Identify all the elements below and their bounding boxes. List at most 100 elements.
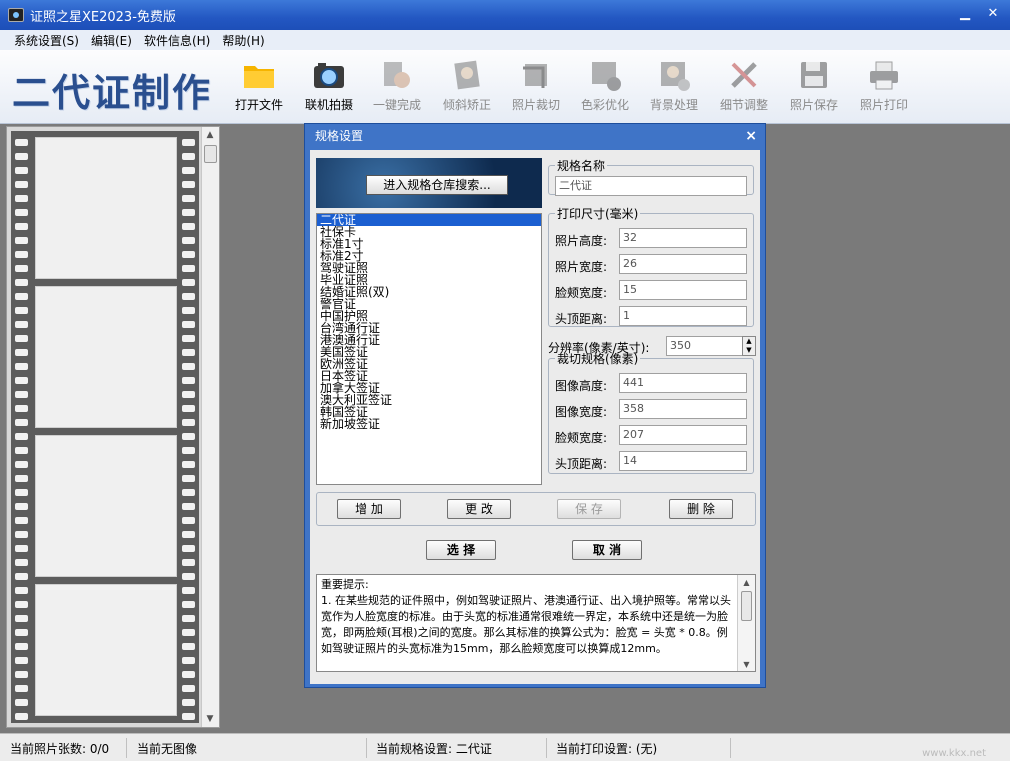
search-banner: 进入规格仓库搜索... [316, 158, 542, 208]
film-sprocket-hole [182, 643, 195, 650]
select-button[interactable]: 选 择 [426, 540, 496, 560]
notes-scroll-up-icon[interactable]: ▲ [738, 575, 755, 589]
image-width-px-input[interactable]: 358 [619, 399, 747, 419]
menu-edit[interactable]: 编辑(E) [85, 32, 138, 49]
head-top-mm-input[interactable]: 1 [619, 306, 747, 326]
print-photo-button[interactable]: 照片打印 [853, 58, 915, 113]
photo-slot-1[interactable] [35, 137, 177, 279]
window-title: 证照之星XE2023-免费版 [30, 9, 176, 25]
notes-text: 1. 在某些规范的证件照中，例如驾驶证照片、港澳通行证、出入境护照等。常常以头宽… [321, 594, 731, 655]
photo-width-label: 照片宽度: [555, 260, 608, 274]
spec-list-item[interactable]: 新加坡签证 [317, 418, 541, 430]
film-sprocket-hole [15, 643, 28, 650]
film-sprocket-hole [15, 433, 28, 440]
face-width-px-input[interactable]: 207 [619, 425, 747, 445]
film-sprocket-hole [15, 671, 28, 678]
film-sprocket-hole [182, 517, 195, 524]
dialog-titlebar: 规格设置 × [305, 124, 765, 148]
save-spec-button[interactable]: 保 存 [557, 499, 621, 519]
app-camera-icon [8, 8, 24, 22]
notes-scroll-down-icon[interactable]: ▼ [738, 657, 755, 671]
modify-button[interactable]: 更 改 [447, 499, 511, 519]
film-sprocket-hole [15, 293, 28, 300]
cancel-button[interactable]: 取 消 [572, 540, 642, 560]
photo-height-mm-input[interactable]: 32 [619, 228, 747, 248]
film-sprocket-hole [182, 153, 195, 160]
face-width-mm-input[interactable]: 15 [619, 280, 747, 300]
photo-slot-3[interactable] [35, 435, 177, 577]
scroll-down-arrow-icon[interactable]: ▼ [202, 711, 218, 727]
film-sprocket-hole [182, 195, 195, 202]
film-sprocket-hole [15, 237, 28, 244]
spec-list[interactable]: 二代证 社保卡 标准1寸 标准2寸 驾驶证照 毕业证照 结婚证照(双) 警官证 中国护照 台湾通行… [316, 213, 542, 485]
color-icon [588, 58, 622, 92]
dialog-close-icon[interactable]: × [745, 124, 757, 148]
color-optimize-label: 色彩优化 [580, 98, 629, 112]
photo-height-label: 照片高度: [555, 234, 608, 248]
crop-photo-button[interactable]: 照片裁切 [505, 58, 567, 113]
open-file-button[interactable]: 打开文件 [228, 58, 290, 113]
color-optimize-button[interactable]: 色彩优化 [574, 58, 636, 113]
spec-name-input[interactable]: 二代证 [555, 176, 747, 196]
spec-library-search-button[interactable]: 进入规格仓库搜索... [366, 175, 508, 195]
menu-help[interactable]: 帮助(H) [216, 32, 270, 49]
watermark: www.kkx.net [922, 748, 986, 759]
film-sprocket-hole [15, 307, 28, 314]
dialog-body: 进入规格仓库搜索... 二代证 社保卡 标准1寸 标准2寸 驾驶证照 毕业证照 结婚证照(双… [310, 150, 760, 684]
film-sprocket-hole [182, 363, 195, 370]
detail-adjust-button[interactable]: 细节调整 [713, 58, 775, 113]
spec-name-group: 规格名称 二代证 [548, 157, 754, 196]
film-sprocket-hole [182, 433, 195, 440]
camera-capture-label: 联机拍摄 [304, 98, 353, 112]
film-sprocket-hole [182, 545, 195, 552]
notes-scroll-thumb[interactable] [741, 591, 752, 621]
scroll-up-arrow-icon[interactable]: ▲ [202, 127, 218, 143]
scrollbar-thumb[interactable] [204, 145, 217, 163]
crop-icon [519, 58, 553, 92]
film-sprocket-hole [15, 251, 28, 258]
add-button[interactable]: 增 加 [337, 499, 401, 519]
image-height-px-input[interactable]: 441 [619, 373, 747, 393]
save-photo-button[interactable]: 照片保存 [783, 58, 845, 113]
photo-slot-2[interactable] [35, 286, 177, 428]
film-sprocket-hole [15, 279, 28, 286]
camera-capture-button[interactable]: 联机拍摄 [298, 58, 360, 113]
head-top-label: 头顶距离: [555, 312, 608, 326]
photo-width-mm-input[interactable]: 26 [619, 254, 747, 274]
film-sprocket-hole [15, 699, 28, 706]
printer-icon [867, 58, 901, 92]
film-sprocket-hole [182, 293, 195, 300]
camera-icon [312, 58, 346, 92]
delete-button[interactable]: 删 除 [669, 499, 733, 519]
head-top-px-input[interactable]: 14 [619, 451, 747, 471]
menu-bar: 系统设置(S) 编辑(E) 软件信息(H) 帮助(H) [0, 30, 1010, 50]
film-sprocket-hole [182, 629, 195, 636]
film-sprocket-hole [182, 573, 195, 580]
film-sprocket-hole [182, 307, 195, 314]
menu-system-settings[interactable]: 系统设置(S) [8, 32, 85, 49]
one-click-button[interactable]: 一键完成 [366, 58, 428, 113]
film-sprocket-hole [182, 657, 195, 664]
open-file-label: 打开文件 [234, 98, 283, 112]
background-button[interactable]: 背景处理 [643, 58, 705, 113]
film-sprocket-hole [182, 461, 195, 468]
minimize-button[interactable]: ▁ [954, 4, 976, 24]
film-sprocket-hole [182, 559, 195, 566]
film-sprocket-hole [182, 699, 195, 706]
close-window-button[interactable]: ✕ [982, 4, 1004, 24]
toolbar: 二代证制作 打开文件 联机拍摄 一键完成 倾斜矫正 照片裁切 色彩优化 背景处理… [0, 50, 1010, 124]
film-sprocket-hole [182, 671, 195, 678]
film-sprocket-hole [15, 531, 28, 538]
tilt-correct-button[interactable]: 倾斜矫正 [436, 58, 498, 113]
film-sprocket-hole [15, 601, 28, 608]
photo-slot-4[interactable] [35, 584, 177, 716]
film-sprocket-hole [182, 321, 195, 328]
notes-scrollbar[interactable]: ▲ ▼ [737, 575, 755, 671]
menu-software-info[interactable]: 软件信息(H) [138, 32, 216, 49]
film-sprocket-hole [182, 713, 195, 720]
status-bar: 当前照片张数: 0/0 当前无图像 当前规格设置: 二代证 当前打印设置: (无… [0, 733, 1010, 761]
film-sprocket-hole [182, 503, 195, 510]
one-click-label: 一键完成 [372, 98, 421, 112]
filmstrip-scrollbar[interactable]: ▲ ▼ [201, 127, 219, 727]
film-sprocket-hole [15, 391, 28, 398]
